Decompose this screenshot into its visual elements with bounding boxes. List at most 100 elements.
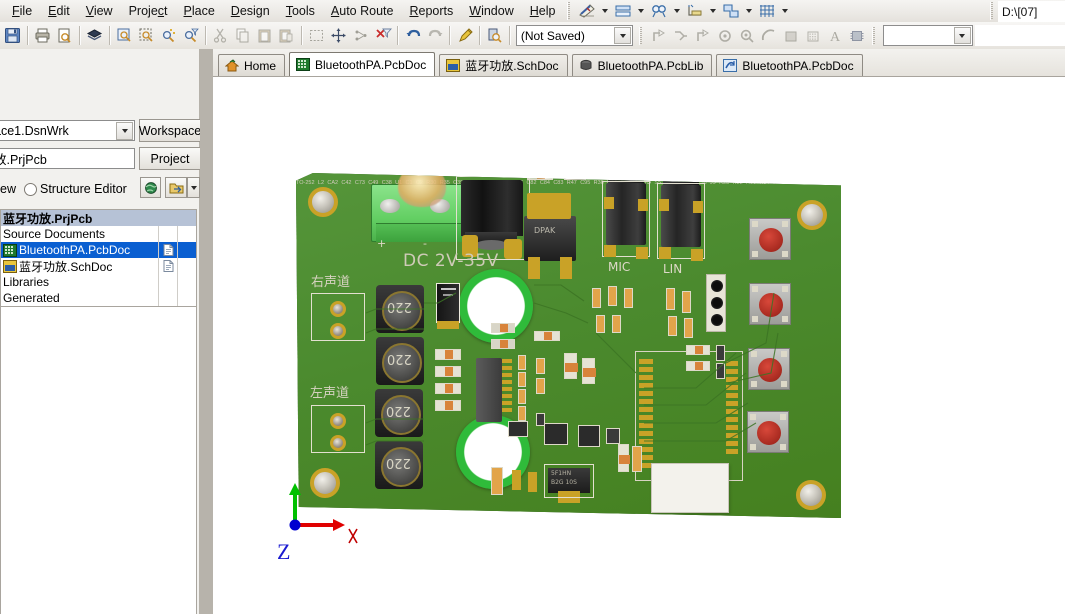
panel-splitter[interactable] [200, 49, 213, 614]
tree-item-1[interactable]: 蓝牙功放.PrjPcb [1, 210, 196, 226]
find-similar-icon[interactable] [648, 2, 670, 21]
zoom-area-icon[interactable] [137, 24, 157, 47]
move-icon[interactable] [329, 24, 349, 47]
layer-extra-field[interactable] [974, 25, 1065, 46]
cut-icon[interactable] [211, 24, 231, 47]
save-icon[interactable] [3, 24, 23, 47]
open-project-dropdown[interactable] [187, 177, 200, 198]
polygon-pour-dropdown[interactable] [743, 2, 755, 21]
place-arc-icon[interactable] [759, 24, 779, 47]
variant-select-arrow[interactable] [614, 27, 632, 44]
place-connection-icon[interactable] [671, 24, 691, 47]
polygon-pour-icon[interactable] [720, 2, 742, 21]
select-area-icon[interactable] [307, 24, 327, 47]
print-icon[interactable] [33, 24, 53, 47]
variant-select[interactable]: (Not Saved) [515, 25, 634, 46]
schematic-tools-dropdown[interactable] [599, 2, 611, 21]
place-fill-icon[interactable] [781, 24, 801, 47]
place-polygon-icon[interactable] [803, 24, 823, 47]
undo-icon[interactable] [403, 24, 423, 47]
clear-filter-icon[interactable] [373, 24, 393, 47]
menu-item-tools[interactable]: Tools [278, 1, 323, 22]
menu-item-window[interactable]: Window [461, 1, 521, 22]
document-path-field[interactable]: D:\[07] [998, 1, 1065, 22]
place-toolbar-grip[interactable] [639, 26, 644, 45]
structure-editor-radio[interactable] [24, 183, 37, 196]
dimension-tools-icon[interactable] [684, 2, 706, 21]
deselect-icon[interactable] [351, 24, 371, 47]
silk-c83: C83 [553, 180, 564, 186]
paste-special-icon[interactable] [277, 24, 297, 47]
document-tab-4[interactable]: BluetoothPA.PcbLib [571, 54, 713, 76]
place-component-icon[interactable] [847, 24, 867, 47]
toolbar-grip[interactable] [567, 2, 573, 20]
tree-item-6[interactable]: Generated [1, 290, 196, 306]
copy-icon[interactable] [233, 24, 253, 47]
menu-item-place[interactable]: Place [176, 1, 223, 22]
print-preview-icon[interactable] [55, 24, 75, 47]
layer-toolbar-grip[interactable] [872, 26, 877, 45]
redo-icon[interactable] [425, 24, 445, 47]
layer-select-arrow[interactable] [953, 27, 971, 44]
tree-item-columns [158, 274, 196, 290]
grid-dropdown[interactable] [779, 2, 791, 21]
menu-item-edit[interactable]: Edit [40, 1, 78, 22]
find-similar-dropdown[interactable] [671, 2, 683, 21]
document-tab-2[interactable]: BluetoothPA.PcbDoc [289, 52, 436, 76]
board-layers-icon[interactable] [85, 24, 105, 47]
schematic-tools-icon[interactable] [576, 2, 598, 21]
tree-item-5[interactable]: Libraries [1, 274, 196, 290]
menu-item-help[interactable]: Help [522, 1, 564, 22]
menu-item-project[interactable]: Project [121, 1, 176, 22]
file-view-label[interactable]: ew [0, 182, 16, 196]
pcb-board[interactable]: DPAK TO-252 220 220 220 220 右声道 左声道 DC 2… [296, 173, 841, 518]
tree-item-4[interactable]: 蓝牙功放.SchDoc [1, 258, 196, 274]
application-window: File Edit View Project Place Design Tool… [0, 0, 1065, 614]
place-pad-icon[interactable] [737, 24, 757, 47]
document-tab-5[interactable]: BluetoothPA.PcbDoc [716, 54, 863, 76]
browse-components-icon[interactable] [485, 24, 505, 47]
tree-item-label: Generated [3, 291, 60, 305]
place-string-icon[interactable]: A [825, 24, 845, 47]
project-row: 放.PrjPcb Project [0, 147, 201, 171]
document-tab-label: BluetoothPA.PcbLib [597, 58, 704, 73]
globe-icon[interactable] [140, 177, 161, 198]
workspace-button[interactable]: Workspace [139, 119, 201, 142]
workspace-select-arrow[interactable] [116, 122, 133, 140]
zoom-filter-icon[interactable] [181, 24, 201, 47]
layer-select[interactable] [882, 25, 973, 46]
zoom-document-icon[interactable] [115, 24, 135, 47]
place-track-icon[interactable] [649, 24, 669, 47]
menu-item-view[interactable]: View [78, 1, 121, 22]
tree-extra-column [177, 290, 196, 306]
dimension-tools-dropdown[interactable] [707, 2, 719, 21]
menu-item-auto-route[interactable]: Auto Route [323, 1, 402, 22]
open-project-icon[interactable] [165, 177, 187, 198]
pcb-layers-dropdown[interactable] [635, 2, 647, 21]
pcb-layers-icon[interactable] [612, 2, 634, 21]
place-via-icon[interactable] [715, 24, 735, 47]
document-tab-1[interactable]: Home [218, 54, 286, 76]
workspace-select[interactable]: ace1.DsnWrk [0, 120, 135, 141]
menu-item-file[interactable]: File [4, 1, 40, 22]
structure-editor-label[interactable]: Structure Editor [40, 182, 127, 196]
project-tree[interactable]: 蓝牙功放.PrjPcb Source Documents BluetoothPA.P… [0, 209, 197, 307]
grid-icon[interactable] [756, 2, 778, 21]
project-field[interactable]: 放.PrjPcb [0, 148, 135, 169]
menu-item-reports[interactable]: Reports [401, 1, 461, 22]
menu-item-design[interactable]: Design [223, 1, 278, 22]
highlight-icon[interactable] [455, 24, 475, 47]
zoom-selected-icon[interactable] [159, 24, 179, 47]
silk-c42: C42 [341, 180, 352, 186]
place-line-icon[interactable] [693, 24, 713, 47]
pcb-3d-canvas[interactable]: DPAK TO-252 220 220 220 220 右声道 左声道 DC 2… [213, 77, 1065, 614]
smd-soic-r35 [578, 425, 600, 447]
tree-item-3[interactable]: BluetoothPA.PcbDoc [1, 242, 196, 258]
paste-icon[interactable] [255, 24, 275, 47]
dc-jack-silk [456, 176, 530, 260]
document-tab-3[interactable]: 蓝牙功放.SchDoc [439, 54, 568, 76]
tree-item-columns [158, 258, 196, 274]
path-toolbar-grip[interactable] [990, 2, 995, 20]
tree-item-2[interactable]: Source Documents [1, 226, 196, 242]
project-button[interactable]: Project [139, 147, 201, 170]
